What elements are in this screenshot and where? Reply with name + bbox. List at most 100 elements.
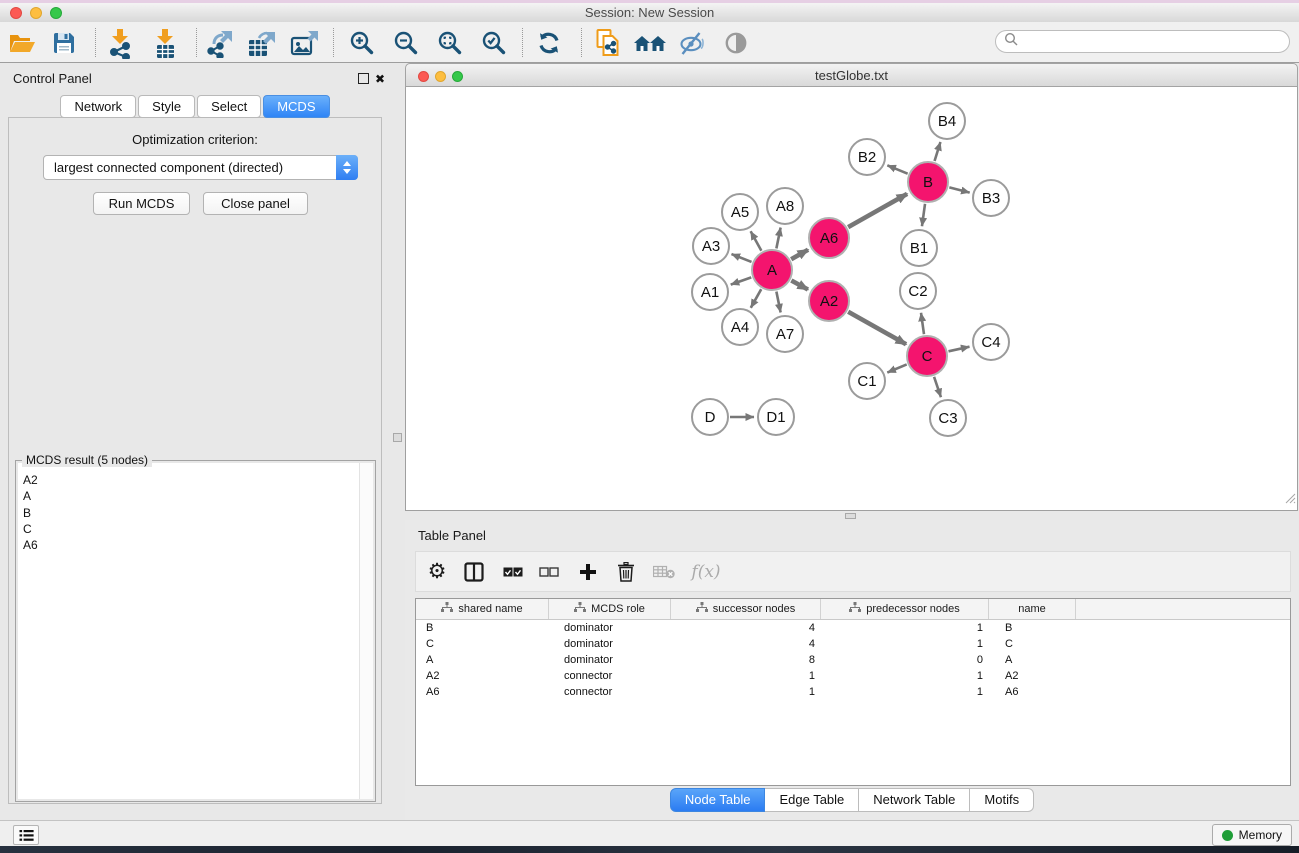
graph-edge[interactable] [887,364,906,372]
graph-edge[interactable] [791,281,808,290]
main-titlebar[interactable]: Session: New Session [0,3,1299,23]
table-cell[interactable]: 1 [821,668,989,684]
tab-edge-table[interactable]: Edge Table [765,788,859,812]
table-cell[interactable]: A6 [416,684,549,700]
graph-edge[interactable] [922,204,925,226]
clone-network-icon[interactable] [596,25,623,61]
export-table-icon[interactable] [247,25,277,61]
hide-graphics-details-icon[interactable] [679,25,706,61]
table-cell[interactable]: connector [549,684,671,700]
float-panel-icon[interactable] [358,73,369,84]
tab-network-table[interactable]: Network Table [859,788,970,812]
table-row[interactable]: Bdominator41B [416,620,1290,636]
table-cell[interactable]: B [989,620,1076,636]
graph-edge[interactable] [949,187,969,192]
table-cell[interactable]: 4 [671,636,821,652]
table-cell[interactable]: dominator [549,636,671,652]
horizontal-splitter-handle[interactable] [845,513,856,519]
open-icon[interactable] [8,25,36,61]
task-history-button[interactable] [13,825,39,845]
table-cell[interactable]: 1 [821,636,989,652]
graph-edge[interactable] [887,165,907,173]
table-row[interactable]: Cdominator41C [416,636,1290,652]
home-icon[interactable] [634,25,666,61]
gear-icon[interactable]: ⚙ [428,552,447,591]
graph-edge[interactable] [935,142,941,161]
graph-edge[interactable] [934,377,941,397]
table-cell[interactable]: A2 [416,668,549,684]
table-cell[interactable]: 0 [821,652,989,668]
table-cell[interactable]: B [416,620,549,636]
column-header[interactable]: successor nodes [671,599,821,619]
import-network-icon[interactable] [107,25,133,61]
run-mcds-button[interactable]: Run MCDS [93,192,190,215]
node-table[interactable]: shared nameMCDS rolesuccessor nodesprede… [415,598,1291,786]
list-item[interactable]: B [18,505,373,521]
delete-table-icon[interactable] [653,552,675,591]
table-cell[interactable]: 1 [821,684,989,700]
tab-motifs[interactable]: Motifs [970,788,1034,812]
close-panel-button[interactable]: Close panel [203,192,308,215]
table-row[interactable]: A2connector11A2 [416,668,1290,684]
search-box[interactable] [995,30,1290,53]
column-header[interactable]: predecessor nodes [821,599,989,619]
import-table-icon[interactable] [153,25,177,61]
birdseye-view-icon[interactable] [723,25,749,61]
select-checked-icon[interactable] [503,552,523,591]
table-cell[interactable]: A [416,652,549,668]
columns-icon[interactable] [464,552,484,591]
tab-network[interactable]: Network [60,95,136,118]
graph-edge[interactable] [731,277,752,284]
table-cell[interactable]: connector [549,668,671,684]
list-item[interactable]: C [18,521,373,537]
list-item[interactable]: A6 [18,537,373,553]
zoom-selected-icon[interactable] [481,25,507,61]
table-cell[interactable]: 1 [821,620,989,636]
table-cell[interactable]: 1 [671,668,821,684]
table-cell[interactable]: A6 [989,684,1076,700]
vertical-splitter-handle[interactable] [393,433,402,442]
graph-edge[interactable] [848,312,906,344]
table-cell[interactable]: C [416,636,549,652]
save-icon[interactable] [52,25,76,61]
graph-edge[interactable] [776,228,780,249]
search-input[interactable] [1023,32,1289,52]
graph-edge[interactable] [776,292,780,313]
mcds-result-list[interactable]: A2ABCA6 [18,463,373,799]
tab-select[interactable]: Select [197,95,261,118]
column-header[interactable]: shared name [416,599,549,619]
table-cell[interactable]: A [989,652,1076,668]
table-cell[interactable]: 4 [671,620,821,636]
graph-edge[interactable] [791,250,808,259]
column-header[interactable]: MCDS role [549,599,671,619]
network-window-titlebar[interactable]: testGlobe.txt [405,63,1298,87]
table-cell[interactable]: 8 [671,652,821,668]
list-item[interactable]: A [18,488,373,504]
export-image-icon[interactable] [290,25,320,61]
tab-style[interactable]: Style [138,95,195,118]
function-builder-icon[interactable]: f(x) [691,552,720,591]
result-scrollbar[interactable] [359,463,373,799]
graph-edge[interactable] [731,254,751,262]
add-column-icon[interactable] [579,552,597,591]
table-cell[interactable]: C [989,636,1076,652]
select-unchecked-icon[interactable] [539,552,559,591]
table-cell[interactable]: A2 [989,668,1076,684]
window-resize-grip[interactable] [1283,491,1296,509]
refresh-icon[interactable] [536,25,563,61]
table-cell[interactable]: dominator [549,620,671,636]
optimization-criterion-dropdown[interactable]: largest connected component (directed) [43,155,358,180]
tab-node-table[interactable]: Node Table [670,788,766,812]
table-cell[interactable]: dominator [549,652,671,668]
table-row[interactable]: Adominator80A [416,652,1290,668]
memory-button[interactable]: Memory [1212,824,1292,846]
graph-edge[interactable] [948,347,969,352]
tab-mcds[interactable]: MCDS [263,95,329,118]
delete-icon[interactable] [618,552,635,591]
close-panel-icon[interactable]: ✖ [375,73,385,85]
list-item[interactable]: A2 [18,472,373,488]
graph-edge[interactable] [751,231,762,250]
zoom-fit-icon[interactable] [437,25,463,61]
zoom-out-icon[interactable] [393,25,419,61]
table-row[interactable]: A6connector11A6 [416,684,1290,700]
